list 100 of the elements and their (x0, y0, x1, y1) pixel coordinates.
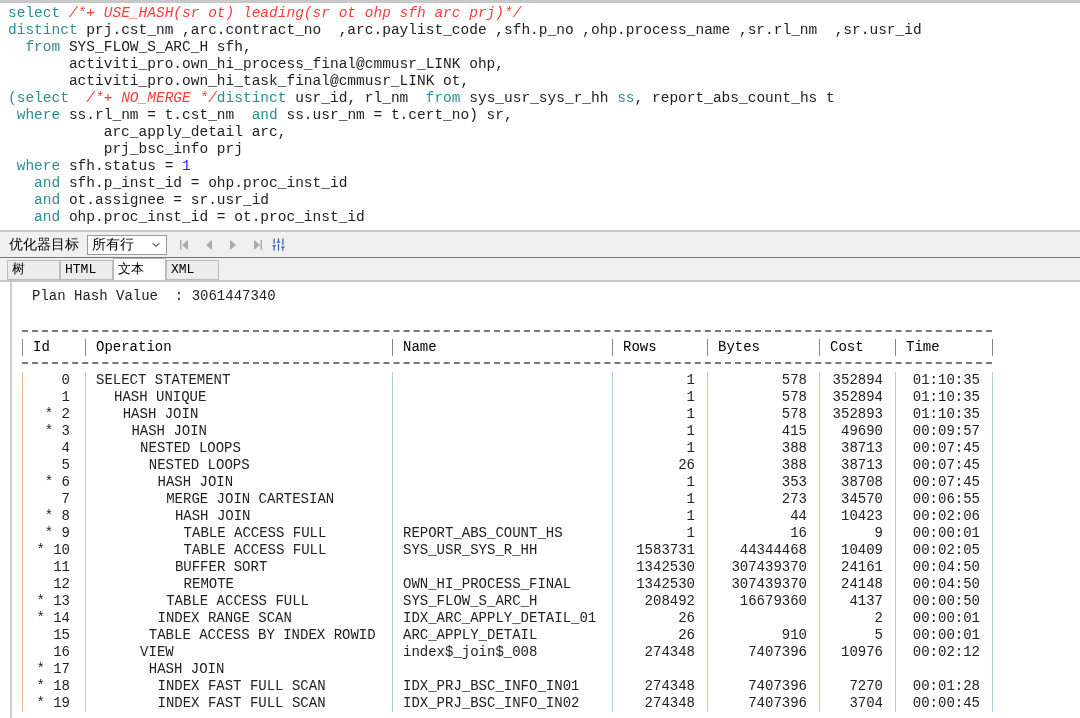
table-cell: TABLE ACCESS FULL (183, 542, 327, 559)
table-cell: HASH JOIN (148, 661, 225, 678)
table-cell: 5 (61, 457, 70, 474)
tab[interactable]: HTML (60, 260, 113, 280)
table-cell: 00:02:06 (912, 508, 980, 525)
table-cell: 00:02:12 (912, 644, 980, 661)
table-cell: REPORT_ABS_COUNT_HS (403, 525, 563, 542)
table-cell: HASH JOIN (157, 474, 234, 491)
table-cell: * 10 (36, 542, 70, 559)
table-cell: 26 (678, 457, 695, 474)
sliders-icon[interactable] (271, 237, 286, 252)
table-cell: 12 (53, 576, 70, 593)
table-cell: 1583731 (636, 542, 695, 559)
table-cell: NESTED LOOPS (148, 457, 250, 474)
table-cell: 2 (874, 610, 883, 627)
table-cell: SELECT STATEMENT (96, 372, 231, 389)
tab[interactable]: 树 (7, 260, 60, 280)
optimizer-label: 优化器目标 (9, 235, 79, 254)
table-cell: 1 (686, 491, 695, 508)
table-cell: ARC_APPLY_DETAIL (403, 627, 538, 644)
previous-icon[interactable] (205, 238, 213, 251)
table-cell: 34570 (841, 491, 883, 508)
table-cell: 00:01:28 (912, 678, 980, 695)
table-cell: 352893 (832, 406, 883, 423)
table-cell: 5 (874, 627, 883, 644)
table-cell: INDEX RANGE SCAN (157, 610, 292, 627)
table-cell: 415 (781, 423, 807, 440)
table-cell: 16 (790, 525, 807, 542)
table-cell: 4 (61, 440, 70, 457)
table-cell: NESTED LOOPS (140, 440, 241, 457)
table-cell: 1 (686, 389, 695, 406)
table-cell: HASH JOIN (131, 423, 207, 440)
column-header: Time (906, 338, 940, 355)
table-cell: 578 (781, 406, 807, 423)
table-cell: 1 (686, 440, 695, 457)
table-cell: 01:10:35 (912, 389, 980, 406)
code-line: and sfh.p_inst_id = ohp.proc_inst_id (33, 175, 348, 192)
table-cell: 7270 (849, 678, 883, 695)
table-cell: 49690 (841, 423, 883, 440)
table-cell: * 2 (44, 406, 70, 423)
table-cell: 24161 (841, 559, 883, 576)
table-cell: 352894 (832, 389, 883, 406)
table-cell: 10409 (841, 542, 883, 559)
table-cell: * 17 (36, 661, 70, 678)
code-line: and ot.assignee = sr.usr_id (33, 192, 270, 209)
table-cell: IDX_ARC_APPLY_DETAIL_01 (403, 610, 597, 627)
table-cell: 00:07:45 (912, 440, 980, 457)
table-cell: 352894 (832, 372, 883, 389)
table-cell: 1 (686, 406, 695, 423)
table-cell: 1 (686, 508, 695, 525)
table-cell: 00:04:50 (912, 576, 980, 593)
table-cell: SYS_FLOW_S_ARC_H (403, 593, 538, 610)
table-cell: HASH JOIN (174, 508, 251, 525)
tab[interactable]: XML (166, 260, 219, 280)
column-header: Rows (623, 338, 657, 355)
table-cell: 16679360 (739, 593, 807, 610)
table-cell: 00:07:45 (912, 457, 980, 474)
table-cell: 4137 (849, 593, 883, 610)
code-line: distinct prj.cst_nm ,arc.contract_no ,arc.paylist_code ,sfh.p_no ,ohp.process_name ,sr.rl_nm ,sr.usr_id (8, 22, 922, 39)
code-line: from SYS_FLOW_S_ARC_H sfh, (24, 39, 252, 56)
table-cell: REMOTE (183, 576, 234, 593)
table-cell: 7 (61, 491, 70, 508)
table-cell: * 9 (44, 525, 70, 542)
table-cell: 388 (781, 457, 807, 474)
table-cell: 307439370 (731, 576, 807, 593)
code-line: activiti_pro.own_hi_task_final@cmmusr_LINK ot, (67, 73, 470, 90)
table-cell: HASH JOIN (122, 406, 199, 423)
code-line: prj_bsc_info prj (102, 141, 243, 158)
table-cell: 11 (53, 559, 70, 576)
last-page-icon[interactable] (253, 238, 263, 251)
table-cell: 00:00:50 (912, 593, 980, 610)
table-cell: 307439370 (731, 559, 807, 576)
optimizer-select[interactable]: 所有行 (87, 234, 167, 255)
table-cell: 274348 (644, 695, 695, 712)
table-cell: * 13 (36, 593, 70, 610)
code-line: where sfh.status = 1 (15, 158, 191, 175)
column-header: Id (33, 338, 50, 355)
tab[interactable]: 文本 (113, 258, 166, 280)
table-cell: 578 (781, 389, 807, 406)
table-cell: 26 (678, 627, 695, 644)
table-cell: 01:10:35 (912, 372, 980, 389)
table-cell: MERGE JOIN CARTESIAN (166, 491, 335, 508)
table-cell: 00:06:55 (912, 491, 980, 508)
table-cell: 00:00:01 (912, 627, 980, 644)
table-cell: 1 (686, 372, 695, 389)
column-header: Bytes (718, 338, 760, 355)
table-cell: 1 (61, 389, 70, 406)
table-cell: 1 (686, 525, 695, 542)
table-cell: INDEX FAST FULL SCAN (157, 678, 326, 695)
table-cell: 273 (781, 491, 807, 508)
column-header: Operation (96, 338, 172, 355)
table-cell: 9 (874, 525, 883, 542)
next-icon[interactable] (229, 238, 237, 251)
table-cell: IDX_PRJ_BSC_INFO_IN02 (403, 695, 580, 712)
first-page-icon[interactable] (179, 238, 189, 251)
table-cell: 38713 (841, 440, 883, 457)
table-cell: 38708 (841, 474, 883, 491)
table-cell: 00:04:50 (912, 559, 980, 576)
table-cell: INDEX FAST FULL SCAN (157, 695, 326, 712)
table-cell: 208492 (644, 593, 695, 610)
